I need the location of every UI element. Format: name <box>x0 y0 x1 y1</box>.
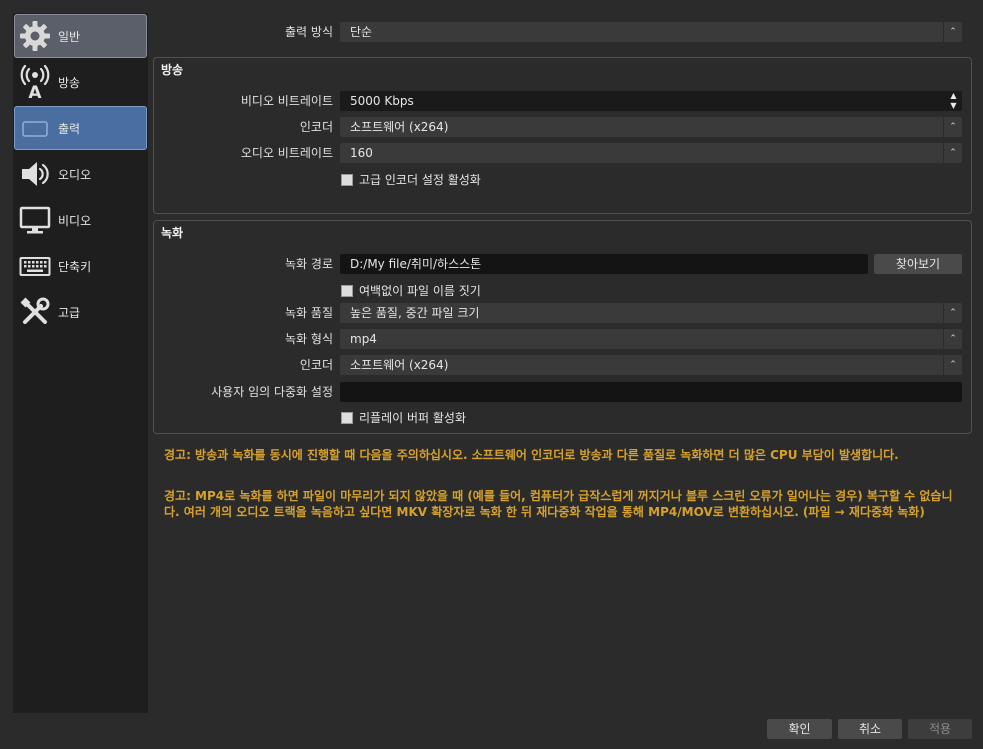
audio-bitrate-value: 160 <box>350 146 373 160</box>
browse-button[interactable]: 찾아보기 <box>874 254 962 274</box>
sidebar-item-label: 고급 <box>58 305 81 320</box>
sidebar-item-hotkeys[interactable]: 단축키 <box>14 244 147 288</box>
broadcast-icon: A <box>18 65 52 99</box>
audio-bitrate-label: 오디오 비트레이트 <box>240 146 333 160</box>
gear-icon <box>18 19 52 53</box>
advanced-encoder-checkbox[interactable] <box>341 173 353 186</box>
sidebar-item-label: 비디오 <box>58 213 92 228</box>
sidebar-item-audio[interactable]: 오디오 <box>14 152 147 196</box>
keyboard-icon <box>18 249 52 283</box>
sidebar-item-label: 출력 <box>58 121 81 136</box>
warning-text-1: 경고: 방송과 녹화를 동시에 진행할 때 다음을 주의하십시오. 소프트웨어 … <box>164 448 899 462</box>
updown-arrows-icon: ⌃ <box>943 329 962 349</box>
updown-arrows-icon: ⌃ <box>943 22 962 42</box>
replay-buffer-row[interactable]: 리플레이 버퍼 활성화 <box>341 409 466 426</box>
no-space-filename-label: 여백없이 파일 이름 짓기 <box>359 284 481 298</box>
recording-format-label: 녹화 형식 <box>285 332 333 346</box>
recording-encoder-value: 소프트웨어 (x264) <box>350 358 449 372</box>
svg-text:A: A <box>28 83 42 99</box>
sidebar-item-label: 단축키 <box>58 259 92 274</box>
advanced-encoder-label: 고급 인코더 설정 활성화 <box>359 173 481 187</box>
video-bitrate-spinbox[interactable]: 5000 Kbps ▲ ▼ <box>340 91 962 111</box>
tools-icon <box>18 295 52 329</box>
custom-muxer-label: 사용자 임의 다중화 설정 <box>211 385 333 399</box>
sidebar-item-label: 오디오 <box>58 167 92 182</box>
updown-arrows-icon: ⌃ <box>943 117 962 137</box>
stream-encoder-value: 소프트웨어 (x264) <box>350 120 449 134</box>
recording-quality-label: 녹화 품질 <box>285 306 333 320</box>
updown-arrows-icon: ⌃ <box>943 303 962 323</box>
audio-bitrate-select[interactable]: 160 ⌃ <box>340 143 962 163</box>
recording-group-title: 녹화 <box>161 226 184 240</box>
spin-down-icon[interactable]: ▼ <box>946 101 961 111</box>
recording-quality-select[interactable]: 높은 품질, 중간 파일 크기 ⌃ <box>340 303 962 323</box>
no-space-filename-row[interactable]: 여백없이 파일 이름 짓기 <box>341 282 481 299</box>
recording-encoder-select[interactable]: 소프트웨어 (x264) ⌃ <box>340 355 962 375</box>
output-mode-label: 출력 방식 <box>285 25 333 39</box>
output-icon <box>18 111 52 145</box>
recording-encoder-label: 인코더 <box>299 358 333 372</box>
replay-buffer-label: 리플레이 버퍼 활성화 <box>359 411 466 425</box>
cancel-button[interactable]: 취소 <box>838 719 902 739</box>
recording-quality-value: 높은 품질, 중간 파일 크기 <box>350 306 480 320</box>
updown-arrows-icon: ⌃ <box>943 143 962 163</box>
sidebar-item-label: 방송 <box>58 75 81 90</box>
speaker-icon <box>18 157 52 191</box>
recording-path-input[interactable]: D:/My file/취미/하스스톤 <box>340 254 868 274</box>
sidebar-item-advanced[interactable]: 고급 <box>14 290 147 334</box>
video-bitrate-value: 5000 Kbps <box>350 94 414 108</box>
replay-buffer-checkbox[interactable] <box>341 411 353 424</box>
stream-encoder-label: 인코더 <box>299 120 333 134</box>
monitor-icon <box>18 203 52 237</box>
advanced-encoder-row[interactable]: 고급 인코더 설정 활성화 <box>341 171 481 188</box>
recording-format-select[interactable]: mp4 ⌃ <box>340 329 962 349</box>
stream-encoder-select[interactable]: 소프트웨어 (x264) ⌃ <box>340 117 962 137</box>
updown-arrows-icon: ⌃ <box>943 355 962 375</box>
no-space-filename-checkbox[interactable] <box>341 284 353 297</box>
apply-button[interactable]: 적용 <box>908 719 972 739</box>
custom-muxer-input[interactable] <box>340 382 962 402</box>
sidebar-item-output[interactable]: 출력 <box>14 106 147 150</box>
video-bitrate-label: 비디오 비트레이트 <box>240 94 333 108</box>
recording-format-value: mp4 <box>350 332 377 346</box>
recording-path-label: 녹화 경로 <box>285 257 333 271</box>
sidebar-item-general[interactable]: 일반 <box>14 14 147 58</box>
ok-button[interactable]: 확인 <box>767 719 832 739</box>
sidebar-item-stream[interactable]: A 방송 <box>14 60 147 104</box>
recording-path-value: D:/My file/취미/하스스톤 <box>350 257 482 271</box>
settings-sidebar: 일반 A 방송 출력 오디오 비디오 단축키 고급 <box>13 13 148 713</box>
streaming-group-title: 방송 <box>161 63 184 77</box>
output-mode-value: 단순 <box>350 25 373 39</box>
output-mode-select[interactable]: 단순 ⌃ <box>340 22 962 42</box>
sidebar-item-video[interactable]: 비디오 <box>14 198 147 242</box>
sidebar-item-label: 일반 <box>58 29 81 44</box>
warning-text-2: 경고: MP4로 녹화를 하면 파일이 마무리가 되지 않았을 때 (예를 들어… <box>164 489 953 519</box>
spin-up-icon[interactable]: ▲ <box>946 91 961 101</box>
